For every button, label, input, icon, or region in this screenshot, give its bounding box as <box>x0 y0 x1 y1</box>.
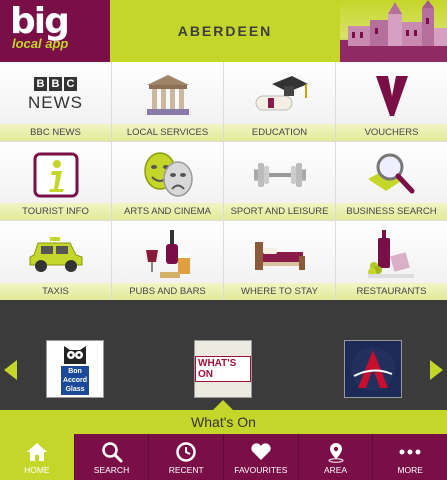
carousel-item-bon-accord-glass[interactable]: Bon Accord Glass <box>46 340 104 398</box>
carousel-top-spacer <box>0 300 447 330</box>
whats-on-logo-text: WHAT'S ON <box>195 356 251 382</box>
tile-tourist-info[interactable]: TOURIST INFO <box>0 141 111 221</box>
business-search-icon <box>336 148 447 202</box>
nav-item-area[interactable]: AREA <box>299 434 374 480</box>
tile-label: EDUCATION <box>224 123 335 141</box>
nav-item-home[interactable]: HOME <box>0 434 75 480</box>
tile-vouchers[interactable]: VOUCHERS <box>336 62 447 141</box>
nav-item-recent[interactable]: RECENT <box>149 434 225 480</box>
a-logo-icon <box>351 347 395 391</box>
nav-item-search[interactable]: SEARCH <box>75 434 150 480</box>
vouchers-icon <box>336 68 447 122</box>
nav-item-more[interactable]: MORE <box>373 434 447 480</box>
category-grid: B B C NEWS BBC NEWS LOCAL SERVICES EDUCA… <box>0 62 447 300</box>
bon-accord-line2: Accord <box>62 376 88 384</box>
arts-cinema-icon <box>112 148 223 202</box>
nav-item-favourites[interactable]: FAVOURITES <box>224 434 299 480</box>
logo-sub-text: local app <box>12 36 69 51</box>
featured-carousel: Bon Accord Glass WHAT'S ON <box>0 330 447 410</box>
tile-bbc-news[interactable]: B B C NEWS BBC NEWS <box>0 62 111 141</box>
tile-taxis[interactable]: TAXIS <box>0 221 111 300</box>
education-icon <box>224 68 335 122</box>
tile-label: BUSINESS SEARCH <box>336 203 447 221</box>
clock-icon <box>175 440 197 464</box>
city-skyline-image <box>340 0 447 62</box>
search-icon <box>101 440 123 464</box>
carousel-item-whats-on[interactable]: WHAT'S ON <box>194 340 252 398</box>
tile-business-search[interactable]: BUSINESS SEARCH <box>336 141 447 221</box>
bbc-news-word: NEWS <box>28 93 83 112</box>
selected-item-title: What's On <box>191 414 256 430</box>
carousel-next-arrow-icon[interactable] <box>430 360 443 380</box>
tile-label: LOCAL SERVICES <box>112 123 223 141</box>
tile-label: WHERE TO STAY <box>224 282 335 300</box>
nav-label: AREA <box>323 464 348 475</box>
tile-label: PUBS AND BARS <box>112 282 223 300</box>
carousel-prev-arrow-icon[interactable] <box>4 360 17 380</box>
more-dots-icon <box>398 440 422 464</box>
tile-label: VOUCHERS <box>336 123 447 141</box>
owl-icon <box>64 345 86 364</box>
tile-label: RESTAURANTS <box>336 282 447 300</box>
sport-leisure-icon <box>224 148 335 202</box>
where-to-stay-icon <box>224 227 335 281</box>
bbc-letter-b: B <box>34 77 47 91</box>
selection-pointer-icon <box>213 400 233 410</box>
tile-label: SPORT AND LEISURE <box>224 203 335 221</box>
bon-accord-line3: Glass <box>65 385 85 393</box>
heart-icon <box>250 440 272 464</box>
tile-sport-leisure[interactable]: SPORT AND LEISURE <box>224 141 335 221</box>
bbc-letter-c: C <box>64 77 77 91</box>
tile-local-services[interactable]: LOCAL SERVICES <box>112 62 223 141</box>
tile-where-to-stay[interactable]: WHERE TO STAY <box>224 221 335 300</box>
nav-label: SEARCH <box>93 464 130 475</box>
tile-label: BBC NEWS <box>0 123 111 141</box>
home-icon <box>26 440 48 464</box>
taxi-icon <box>0 227 111 281</box>
tourist-info-icon <box>0 148 111 202</box>
tile-pubs-bars[interactable]: PUBS AND BARS <box>112 221 223 300</box>
bon-accord-line1: Bon <box>68 367 82 375</box>
location-pin-icon <box>325 440 347 464</box>
app-logo[interactable]: big local app <box>0 0 110 62</box>
carousel-item-a-logo[interactable] <box>344 340 402 398</box>
tile-education[interactable]: EDUCATION <box>224 62 335 141</box>
city-name: ABERDEEN <box>177 23 273 39</box>
local-services-icon <box>112 68 223 122</box>
nav-label: FAVOURITES <box>234 464 288 475</box>
tile-label: TAXIS <box>0 282 111 300</box>
bbc-letter-b2: B <box>49 77 62 91</box>
bbc-news-icon: B B C NEWS <box>0 68 111 122</box>
app-header: big local app ABERDEEN <box>0 0 447 62</box>
restaurants-icon <box>336 227 447 281</box>
tile-arts-cinema[interactable]: ARTS AND CINEMA <box>112 141 223 221</box>
pubs-bars-icon <box>112 227 223 281</box>
tile-label: ARTS AND CINEMA <box>112 203 223 221</box>
nav-label: MORE <box>397 464 423 475</box>
nav-label: HOME <box>24 464 50 475</box>
bottom-navigation: HOME SEARCH RECENT FAVOURITES AREA MORE <box>0 434 447 480</box>
nav-label: RECENT <box>168 464 204 475</box>
selected-item-bar[interactable]: What's On <box>0 410 447 434</box>
tile-restaurants[interactable]: RESTAURANTS <box>336 221 447 300</box>
city-title-bar[interactable]: ABERDEEN <box>110 0 340 62</box>
tile-label: TOURIST INFO <box>0 203 111 221</box>
